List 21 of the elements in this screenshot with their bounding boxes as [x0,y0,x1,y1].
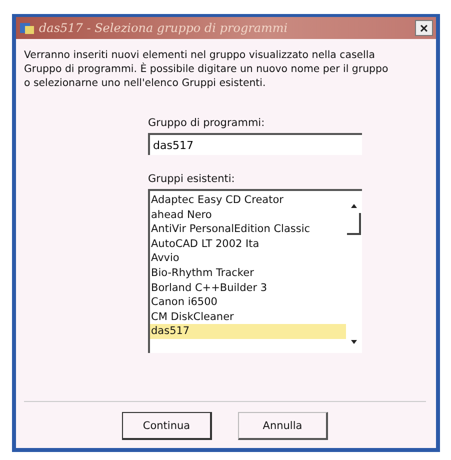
list-label: Gruppi esistenti: [148,173,236,185]
list-item[interactable]: CM DiskCleaner [150,310,346,324]
groups-list[interactable]: Adaptec Easy CD Creator ahead Nero AntiVir PersonalEdition Classic AutoCAD LT 2002 Ita Avvio Bio-Rhythm Tracker Borland C++Builder 3 Canon i6500 CM DiskCleaner das517 [148,189,362,353]
dialog-button[interactable]: Continua [122,412,212,440]
list-item[interactable]: Bio-Rhythm Tracker [150,266,346,281]
list-item[interactable]: ahead Nero [150,208,346,222]
list-item[interactable]: Adaptec Easy CD Creator [150,193,346,208]
group-name-field[interactable]: das517 [148,133,362,155]
list-item[interactable]: Canon i6500 [150,295,346,310]
list-item[interactable]: AntiVir PersonalEdition Classic [150,222,346,237]
dialog-button[interactable]: Annulla [238,412,328,440]
close-button[interactable]: × [415,20,433,36]
app-icon [19,21,35,35]
list-item[interactable]: AutoCAD LT 2002 Ita [150,236,346,252]
list-item[interactable]: Avvio [150,251,346,266]
field-label: Gruppo di programmi: [148,117,266,129]
list-item[interactable]: Borland C++Builder 3 [150,280,346,296]
list-item[interactable]: das517 [150,324,346,339]
intro-text: Verranno inseriti nuovi elementi nel gruppo visualizzato nella casella Gruppo di programmi. È possibile digitare un nuovo nome per il gruppo o selezionarne uno nell'elenco Gruppi esistenti. [24,49,390,91]
scroll-thumb[interactable] [347,213,361,235]
window-title: das517 - Seleziona gruppo di programmi [39,21,289,35]
